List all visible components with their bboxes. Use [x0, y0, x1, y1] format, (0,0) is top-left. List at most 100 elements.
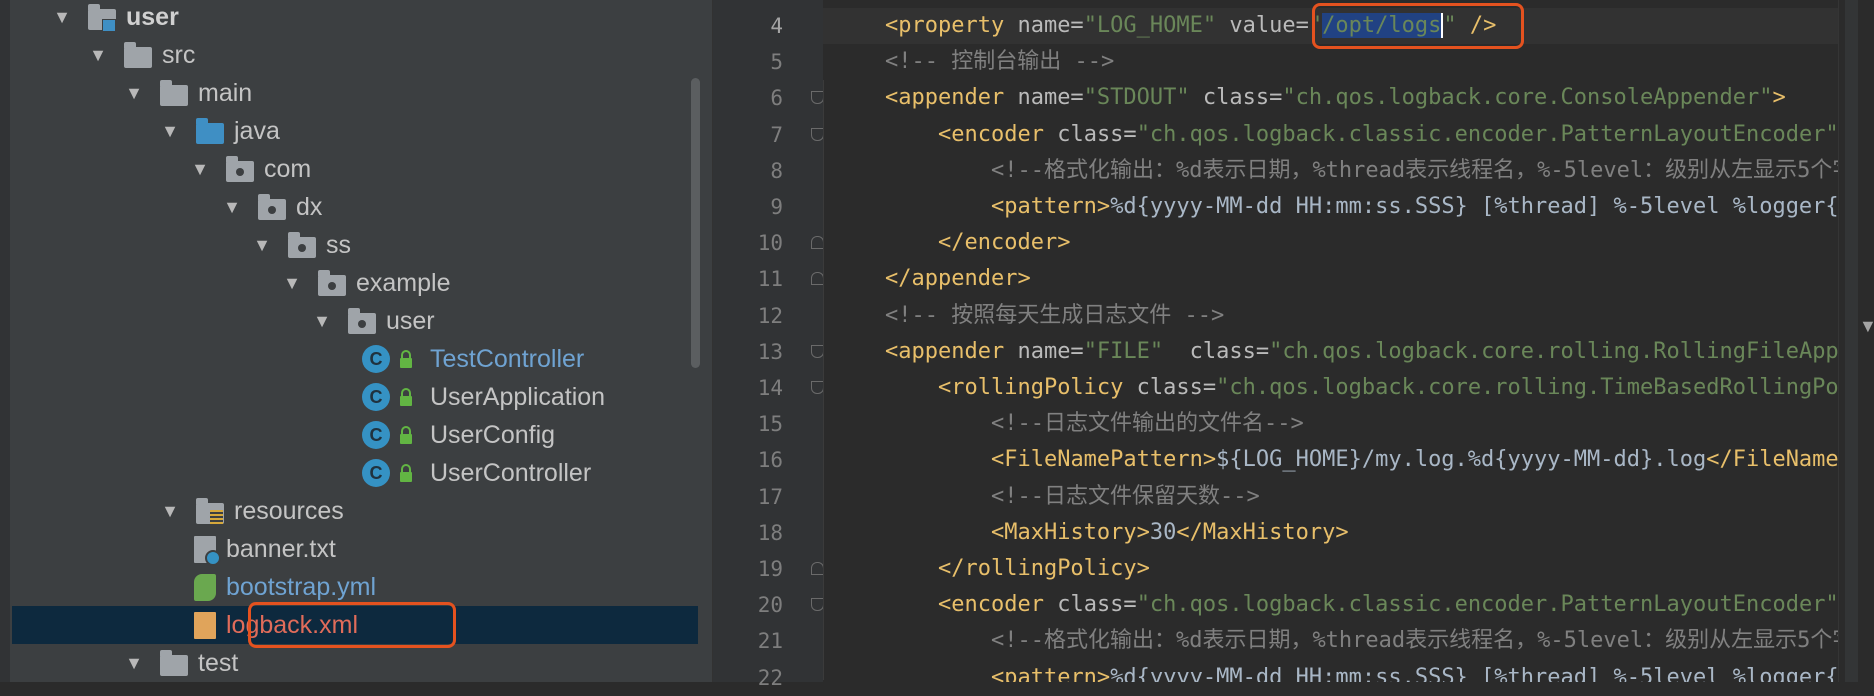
code-line[interactable]: <!--日志文件输出的文件名--> — [823, 406, 1838, 442]
expand-arrow-icon[interactable]: ▼ — [190, 159, 210, 180]
tree-item[interactable]: ▼ dx — [12, 188, 698, 226]
expand-arrow-icon[interactable]: ▼ — [252, 235, 272, 256]
tree-item-label: example — [356, 268, 451, 297]
xml-file-icon — [194, 611, 216, 639]
tree-item[interactable]: C UserConfig — [12, 416, 698, 454]
code-token: <FileNamePattern> — [990, 447, 1217, 473]
code-line[interactable]: <!--格式化输出：%d表示日期，%thread表示线程名，%-5level：级… — [823, 623, 1838, 659]
code-line[interactable]: <!-- 按照每天生成日志文件 --> — [823, 298, 1838, 334]
code-line[interactable]: <!--日志文件保留天数--> — [823, 479, 1838, 515]
tree-item[interactable]: C TestController — [12, 340, 698, 378]
line-number: 8 — [770, 158, 783, 183]
tree-item-label: UserApplication — [430, 382, 606, 411]
code-token: class= — [1163, 338, 1270, 364]
expand-arrow-icon[interactable]: ▼ — [282, 273, 302, 294]
code-line[interactable]: <appender name="FILE" class="ch.qos.logb… — [823, 334, 1838, 370]
code-token: "ch.qos.logback.core.rolling.TimeBasedRo… — [1216, 375, 1838, 400]
code-line[interactable]: <appender name="STDOUT" class="ch.qos.lo… — [823, 80, 1838, 116]
code-token: "ch.qos.logback.core.ConsoleAppender" — [1282, 85, 1773, 111]
code-token: "FILE" — [1083, 338, 1164, 364]
module-folder-icon — [88, 3, 116, 32]
tree-item-label: bootstrap.yml — [226, 572, 377, 601]
tree-item[interactable]: ▼ test — [12, 644, 698, 682]
code-token: <rollingPolicy — [937, 375, 1137, 400]
tree-item[interactable]: ▼ example — [12, 264, 698, 302]
tree-item-label: test — [198, 648, 239, 677]
expand-arrow-icon[interactable]: ▼ — [160, 121, 180, 142]
tree-item-label: TestController — [430, 344, 585, 373]
tree-item[interactable]: ▼ ss — [12, 226, 698, 264]
code-token: "ch.qos.logback.classic.encoder.PatternL… — [1136, 121, 1838, 147]
code-token: <!--格式化输出：%d表示日期，%thread表示线程名，%-5level：级… — [990, 157, 1838, 183]
tree-item[interactable]: ▼ java — [12, 112, 698, 150]
expand-arrow-icon[interactable]: ▼ — [160, 501, 180, 522]
code-token: name= — [1017, 13, 1084, 38]
folder-icon — [160, 649, 188, 676]
code-token: </encoder> — [937, 230, 1071, 256]
tree-item-label: resources — [234, 496, 344, 525]
tree-item[interactable]: ▼ user — [12, 0, 698, 36]
log-home-highlight-box — [1312, 3, 1524, 49]
expand-arrow-icon[interactable]: ▼ — [222, 197, 242, 218]
line-number: 14 — [757, 376, 783, 400]
line-number: 4 — [770, 14, 783, 38]
expand-arrow-icon[interactable]: ▼ — [312, 311, 332, 332]
code-line[interactable]: <MaxHistory>30</MaxHistory> — [823, 515, 1838, 551]
expand-arrow-icon[interactable]: ▼ — [124, 653, 144, 674]
code-token: <pattern> — [990, 194, 1111, 219]
editor-scrollbar[interactable] — [1845, 0, 1858, 682]
tree-item-label: user — [126, 2, 179, 31]
code-token: <!--日志文件保留天数--> — [990, 483, 1260, 509]
tree-item[interactable]: C UserController — [12, 454, 698, 492]
code-line[interactable]: </appender> — [823, 261, 1838, 297]
code-token: class= — [1136, 375, 1217, 400]
line-number: 9 — [770, 195, 783, 219]
tree-item[interactable]: ▼ user — [12, 302, 698, 340]
code-token: <property — [885, 13, 1018, 38]
scroll-down-arrow-icon[interactable]: ▼ — [1859, 316, 1874, 337]
expand-arrow-icon[interactable]: ▼ — [52, 7, 72, 28]
code-editor[interactable]: <property name="LOG_HOME" value="/opt/lo… — [823, 0, 1838, 682]
package-icon — [348, 307, 376, 334]
expand-arrow-icon[interactable]: ▼ — [124, 83, 144, 104]
tree-item[interactable]: ▼ main — [12, 74, 698, 112]
code-line[interactable]: <FileNamePattern>${LOG_HOME}/my.log.%d{y… — [823, 442, 1838, 478]
code-line[interactable]: <!-- 控制台输出 --> — [823, 44, 1838, 80]
code-line[interactable]: <!--格式化输出：%d表示日期，%thread表示线程名，%-5level：级… — [823, 153, 1838, 189]
code-line[interactable]: <pattern>%d{yyyy-MM-dd HH:mm:ss.SSS} [%t… — [823, 189, 1838, 225]
code-token: value= — [1216, 13, 1309, 38]
tree-item[interactable]: ▼ src — [12, 36, 698, 74]
tree-item[interactable]: ▼ resources — [12, 492, 698, 530]
line-number: 18 — [757, 520, 783, 545]
tree-item[interactable]: ▼ com — [12, 150, 698, 188]
resources-folder-icon — [196, 497, 224, 524]
tree-item-label: com — [264, 154, 312, 183]
code-line[interactable]: <rollingPolicy class="ch.qos.logback.cor… — [823, 370, 1838, 406]
code-token: name= — [1017, 85, 1084, 111]
line-number: 15 — [757, 412, 783, 437]
class-icon: C — [362, 421, 390, 449]
code-line[interactable]: </encoder> — [823, 225, 1838, 261]
code-token: class= — [1057, 592, 1137, 618]
code-line[interactable]: <pattern>%d{yyyy-MM-dd HH:mm:ss.SSS} [%t… — [823, 660, 1838, 682]
code-line[interactable]: </rollingPolicy> — [823, 551, 1838, 587]
code-line[interactable]: <encoder class="ch.qos.logback.classic.e… — [823, 117, 1838, 153]
code-token: </rollingPolicy> — [937, 556, 1150, 581]
code-token: </MaxHistory> — [1176, 519, 1349, 545]
code-token: %d{yyyy-MM-dd HH:mm:ss.SSS} [%thread] %-… — [1110, 664, 1838, 682]
class-icon: C — [362, 459, 390, 487]
tree-item[interactable]: bootstrap.yml — [12, 568, 698, 606]
tree-item[interactable]: banner.txt — [12, 530, 698, 568]
expand-arrow-icon[interactable]: ▼ — [88, 45, 108, 66]
folder-icon — [124, 41, 152, 68]
code-line[interactable]: <encoder class="ch.qos.logback.classic.e… — [823, 587, 1838, 623]
tree-scrollbar[interactable] — [691, 78, 700, 368]
line-number: 10 — [757, 231, 783, 256]
tree-item[interactable]: C UserApplication — [12, 378, 698, 416]
package-icon — [288, 231, 316, 258]
